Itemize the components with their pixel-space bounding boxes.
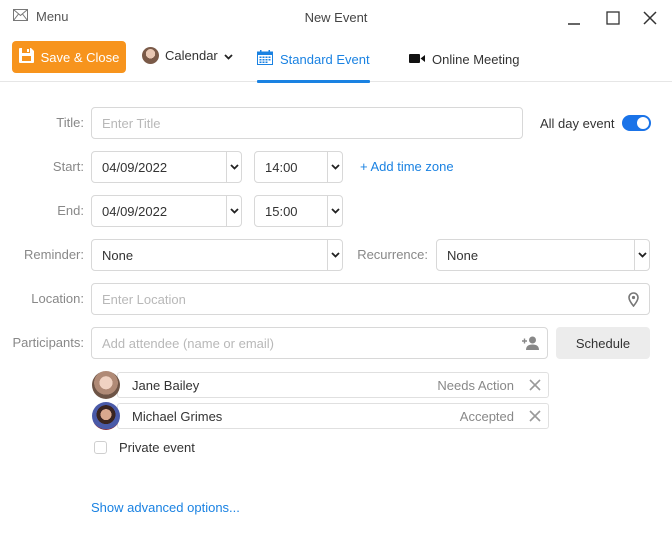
start-date-select[interactable]: 04/09/2022: [91, 151, 242, 183]
chevron-down-icon[interactable]: [327, 240, 342, 270]
chevron-down-icon[interactable]: [327, 152, 342, 182]
location-field[interactable]: [91, 283, 650, 315]
chevron-down-icon: [224, 48, 233, 63]
start-date-value: 04/09/2022: [102, 159, 168, 175]
all-day-event-toggle[interactable]: [622, 115, 652, 131]
start-time-value: 14:00: [265, 159, 298, 175]
save-and-close-label: Save & Close: [40, 49, 120, 65]
minimize-icon: [568, 23, 580, 25]
video-camera-icon: [409, 52, 425, 67]
menu-button[interactable]: Menu: [13, 9, 69, 24]
calendar-owner-avatar: [142, 47, 159, 64]
show-advanced-options-link[interactable]: Show advanced options...: [91, 500, 240, 515]
attendee-status: Needs Action: [437, 377, 514, 393]
attendee-row: Jane Bailey Needs Action: [91, 371, 549, 399]
schedule-button[interactable]: Schedule: [556, 327, 650, 359]
title-input[interactable]: [92, 108, 522, 138]
private-event-label: Private event: [119, 440, 195, 455]
location-input[interactable]: [92, 284, 628, 314]
end-label: End:: [57, 203, 84, 218]
attendee-avatar: [92, 402, 120, 430]
map-pin-icon: [628, 291, 639, 307]
tab-online-meeting-label: Online Meeting: [432, 51, 520, 67]
attendee-row: Michael Grimes Accepted: [91, 402, 549, 430]
attendee-chip: Jane Bailey Needs Action: [117, 372, 549, 398]
attendee-name: Jane Bailey: [132, 377, 200, 393]
tab-standard-event-label: Standard Event: [280, 51, 370, 67]
chevron-down-icon[interactable]: [226, 196, 241, 226]
end-date-select[interactable]: 04/09/2022: [91, 195, 242, 227]
chevron-down-icon[interactable]: [634, 240, 649, 270]
tab-online-meeting[interactable]: Online Meeting: [409, 36, 519, 82]
minimize-button[interactable]: [563, 8, 585, 28]
add-person-icon[interactable]: [522, 336, 539, 350]
floppy-disk-icon: [18, 48, 34, 66]
attendee-chip: Michael Grimes Accepted: [117, 403, 549, 429]
reminder-value: None: [102, 247, 134, 263]
private-event-checkbox[interactable]: [94, 441, 107, 454]
close-button[interactable]: [639, 8, 661, 28]
location-label: Location:: [31, 291, 84, 306]
envelope-icon: [13, 9, 28, 24]
calendar-select-label: Calendar: [165, 48, 218, 63]
participants-label: Participants:: [12, 335, 84, 350]
chevron-down-icon[interactable]: [327, 196, 342, 226]
all-day-event-control: All day event: [540, 115, 652, 131]
title-bar: Menu New Event: [0, 0, 672, 36]
start-label: Start:: [52, 159, 84, 174]
remove-attendee-icon[interactable]: [528, 409, 542, 423]
maximize-button[interactable]: [602, 8, 624, 28]
save-and-close-button[interactable]: Save & Close: [12, 41, 126, 73]
remove-attendee-icon[interactable]: [528, 378, 542, 392]
calendar-icon: [257, 50, 273, 68]
title-label: Title:: [56, 115, 84, 130]
add-time-zone-link[interactable]: + Add time zone: [360, 159, 454, 174]
maximize-icon: [606, 11, 620, 25]
start-time-select[interactable]: 14:00: [254, 151, 343, 183]
attendee-avatar: [92, 371, 120, 399]
participants-input[interactable]: [92, 328, 522, 358]
reminder-select[interactable]: None: [91, 239, 343, 271]
reminder-label: Reminder:: [24, 247, 84, 262]
chevron-down-icon[interactable]: [226, 152, 241, 182]
toolbar: Save & Close Calendar Standard Event Onl…: [0, 36, 672, 83]
calendar-select[interactable]: Calendar: [142, 47, 233, 64]
recurrence-label: Recurrence:: [357, 247, 428, 262]
end-time-select[interactable]: 15:00: [254, 195, 343, 227]
private-event-row: Private event: [94, 440, 195, 455]
close-icon: [643, 11, 657, 25]
attendee-status: Accepted: [459, 408, 514, 424]
all-day-event-label: All day event: [540, 115, 615, 131]
recurrence-select[interactable]: None: [436, 239, 650, 271]
end-time-value: 15:00: [265, 203, 298, 219]
tab-standard-event[interactable]: Standard Event: [257, 36, 370, 83]
end-date-value: 04/09/2022: [102, 203, 168, 219]
attendee-name: Michael Grimes: [132, 408, 223, 424]
title-field[interactable]: [91, 107, 523, 139]
participants-field[interactable]: [91, 327, 548, 359]
menu-label: Menu: [36, 9, 69, 24]
recurrence-value: None: [447, 247, 479, 263]
